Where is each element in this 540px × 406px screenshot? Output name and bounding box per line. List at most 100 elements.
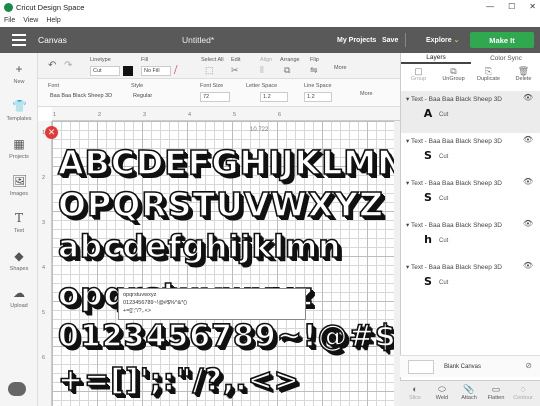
layer-item[interactable]: ▾ Text - Baa Baa Black Sheep 3D 👁 A Cut [401,91,540,133]
shirt-icon: 👕 [12,99,27,113]
nav-templates[interactable]: 👕 Templates [0,99,38,122]
ungroup-icon: ⧉ [450,66,457,76]
make-it-button[interactable]: Make It [470,32,534,48]
arrange-button[interactable]: Arrange [280,57,300,63]
left-ruler: 1 2 3 4 5 6 [38,121,52,406]
menu-help[interactable]: Help [46,17,60,24]
close-icon[interactable]: ✕ [529,2,536,11]
nav-upload[interactable]: ☁ Upload [0,286,38,309]
save-link[interactable]: Save [382,37,398,44]
text-line-uppercase-1[interactable]: ABCDEFGHIJKLMN [57,142,400,183]
section-title: Canvas [38,35,67,45]
line-space-label: Line Space [304,83,332,89]
document-title[interactable]: Untitled* [182,35,214,45]
fontbar-more-button[interactable]: More [360,91,373,97]
flip-button[interactable]: Flip [310,57,319,63]
flatten-button[interactable]: ▭ Flatten [483,384,509,401]
text-line-symbols[interactable]: +=[]';:"/?,.<> [57,362,300,399]
layer-item[interactable]: ▾ Text - Baa Baa Black Sheep 3D 👁 S Cut [401,175,540,217]
letter-space-input[interactable]: 1.2 [260,92,288,102]
hamburger-menu-icon[interactable] [12,34,26,46]
contour-icon: ◌ [520,384,526,394]
blank-canvas-row[interactable]: Blank Canvas ⊘ [400,355,540,377]
edit-button[interactable]: Edit [231,57,240,63]
arrange-icon: ⧉ [284,65,291,75]
style-select[interactable]: Regular [131,92,181,102]
font-size-input[interactable]: 72 [200,92,230,102]
attach-button[interactable]: 📎 Attach [456,384,482,401]
linetype-label: Linetype [90,57,111,63]
contour-button[interactable]: ◌ Contour [510,384,536,401]
ungroup-button[interactable]: ⧉ UnGroup [436,66,471,82]
nav-projects[interactable]: ▦ Projects [0,137,38,160]
minimize-icon[interactable]: — [486,2,494,11]
visibility-eye-icon[interactable]: 👁 [523,135,533,144]
nav-text[interactable]: T Text [0,211,38,234]
header-divider [405,33,406,47]
align-icon: ⫴ [260,65,264,75]
layer-thumbnail: S [424,191,432,204]
redo-icon[interactable]: ↷ [64,60,72,71]
design-canvas[interactable]: 1 2 3 4 5 6 1 2 3 4 5 6 10.722 ✕ ABCDEFG… [38,107,400,406]
font-select[interactable]: Baa Baa Black Sheep 3D [48,92,118,102]
layer-item[interactable]: ▾ Text - Baa Baa Black Sheep 3D 👁 S Cut [401,133,540,175]
undo-icon[interactable]: ↶ [48,60,56,71]
attach-icon: 📎 [463,384,475,394]
weld-button[interactable]: ⬭ Weld [429,384,455,401]
text-line-lowercase-1[interactable]: abcdefghijklmn [57,228,341,266]
tab-color-sync[interactable]: Color Sync [471,53,540,64]
edit-toolbar: ↶ ↷ Linetype Cut Fill No Fill ⧸ Select A… [38,53,400,79]
text-line-uppercase-2[interactable]: OPQRSTUVWXYZ [57,184,384,225]
select-all-button[interactable]: Select All [201,57,224,63]
title-bar: Cricut Design Space — ☐ ✕ [0,0,540,15]
blank-canvas-swatch[interactable] [408,360,434,374]
delete-selection-icon[interactable]: ✕ [45,126,58,139]
panel-bottom-bar: ◐ Slice ⬭ Weld 📎 Attach ▭ Flatten ◌ Contour [400,380,540,406]
slice-button[interactable]: ◐ Slice [402,384,428,401]
visibility-eye-icon[interactable]: 👁 [523,93,533,102]
group-button[interactable]: ▢ Group [401,66,436,82]
menu-view[interactable]: View [23,17,38,24]
layer-thumbnail: S [424,149,432,162]
text-toolbar: Font Baa Baa Black Sheep 3D Style Regula… [38,79,400,107]
layer-item[interactable]: ▾ Text - Baa Baa Black Sheep 3D 👁 h Cut [401,217,540,259]
maximize-icon[interactable]: ☐ [508,2,515,11]
explore-dropdown[interactable]: Explore ⌄ [426,36,460,44]
layer-thumbnail: A [423,107,433,120]
toolbar-more-button[interactable]: More [334,65,347,71]
line-space-input[interactable]: 1.2 [304,92,332,102]
hide-icon[interactable]: ⊘ [525,361,532,370]
layer-thumbnail: h [424,233,432,246]
nav-new[interactable]: + New [0,62,38,85]
chat-icon[interactable] [8,382,26,396]
layer-operation: Cut [439,196,449,202]
visibility-eye-icon[interactable]: 👁 [523,219,533,228]
window-title: Cricut Design Space [16,3,85,12]
flip-icon: ⇋ [310,65,318,75]
fill-label: Fill [141,57,149,63]
duplicate-button[interactable]: ⎘ Duplicate [471,66,506,82]
fill-select[interactable]: No Fill [141,66,171,76]
font-label: Font [48,83,60,89]
text-line-numbers[interactable]: 0123456789~!@#$%^ [57,318,400,355]
scissors-icon: ✂ [231,65,239,75]
width-readout: 10.722 [250,127,269,133]
visibility-eye-icon[interactable]: 👁 [523,261,533,270]
layer-item[interactable]: ▾ Text - Baa Baa Black Sheep 3D 👁 S Cut [401,259,540,301]
edit-line-3: +=[]';"/?,.<> [123,308,152,314]
app-logo-icon [4,3,13,12]
align-button[interactable]: Align [260,57,272,63]
menu-bar: File View Help [0,15,540,26]
nav-images[interactable]: 🖼 Images [0,174,38,197]
linetype-color-swatch[interactable] [123,66,133,76]
my-projects-link[interactable]: My Projects [337,37,376,44]
menu-file[interactable]: File [4,17,15,24]
visibility-eye-icon[interactable]: 👁 [523,177,533,186]
linetype-select[interactable]: Cut [90,66,120,76]
left-nav: + New 👕 Templates ▦ Projects 🖼 Images T Text … [0,53,38,406]
delete-button[interactable]: 🗑 Delete [506,66,540,82]
no-fill-swatch-icon[interactable]: ⧸ [174,65,177,76]
nav-shapes[interactable]: ◆ Shapes [0,249,38,272]
text-edit-box[interactable]: opqrstuvwxyz 0123456789~!@#$%^&*() +=[]'… [118,288,306,320]
tab-layers[interactable]: Layers [401,53,471,64]
